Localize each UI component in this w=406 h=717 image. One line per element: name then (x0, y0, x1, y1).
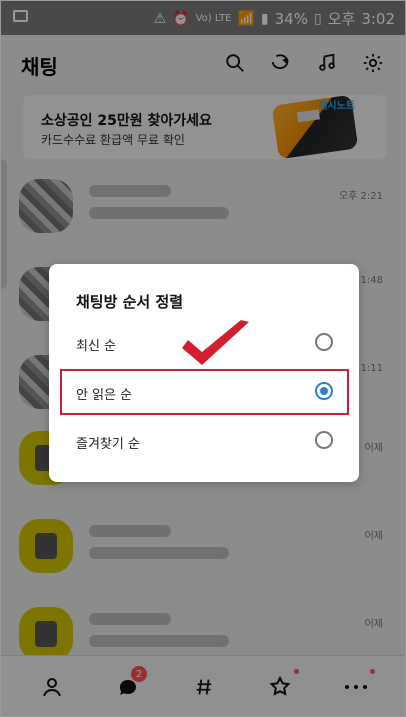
sort-option-favorites[interactable]: 즐겨찾기 순 (49, 419, 359, 467)
radio-button[interactable] (315, 431, 333, 449)
screen: ⚠ ⏰ Vo) LTE 📶 ▮ 34% ▯ 오후 3:02 채팅 소상공인 25… (0, 0, 406, 717)
radio-button[interactable] (315, 333, 333, 351)
option-label: 최신 순 (76, 339, 117, 354)
option-label: 즐겨찾기 순 (76, 437, 140, 452)
checkmark-icon (182, 320, 249, 365)
dialog-title: 채팅방 순서 정렬 (76, 293, 184, 311)
